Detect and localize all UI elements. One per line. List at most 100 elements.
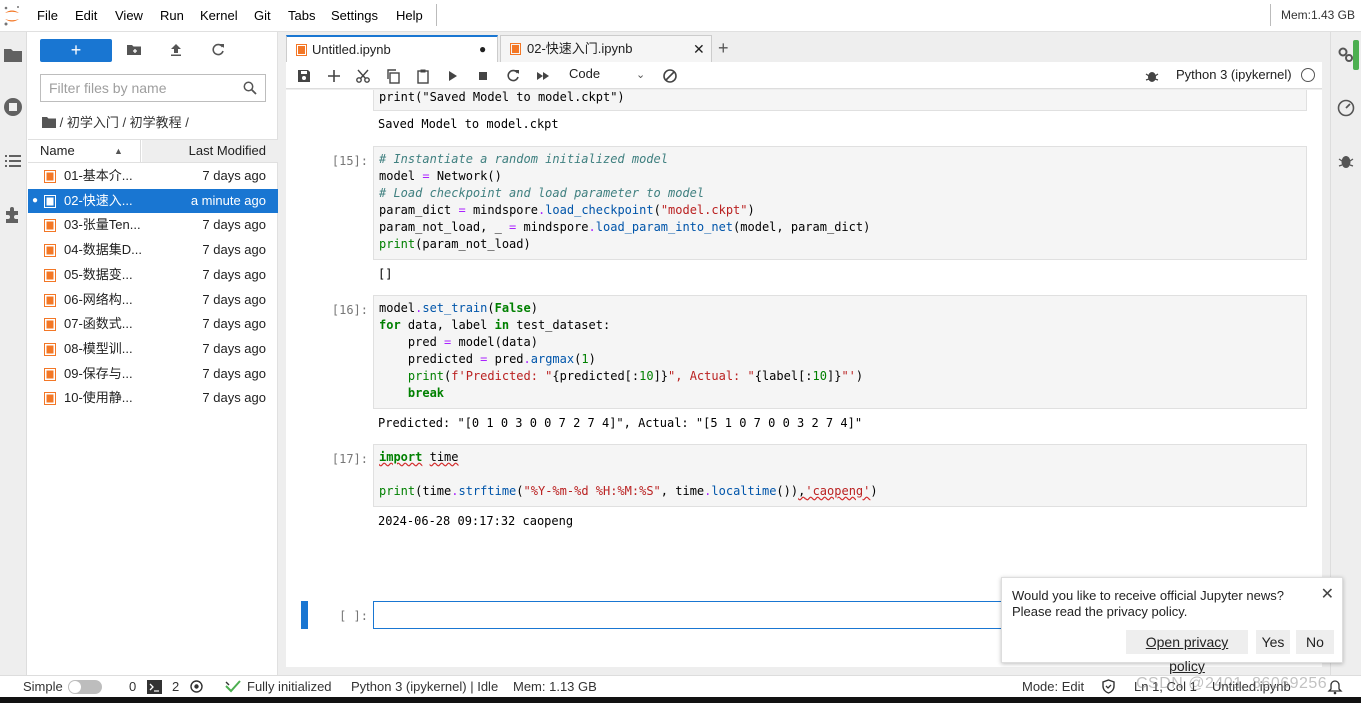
no-button[interactable]: No bbox=[1296, 630, 1334, 654]
file-modified: 7 days ago bbox=[202, 266, 266, 282]
notebook-toolbar: Code ⌄ Python 3 (ipykernel) bbox=[286, 62, 1322, 89]
cell-16-prompt: [16]: bbox=[331, 303, 368, 317]
extension-icon[interactable] bbox=[2, 203, 24, 225]
kernel-settings-icon[interactable] bbox=[189, 679, 204, 694]
menu-file[interactable]: File bbox=[37, 8, 58, 23]
running-dot-icon: ● bbox=[32, 194, 39, 206]
trusted-shield-icon[interactable] bbox=[1101, 679, 1116, 694]
new-launcher-button[interactable]: + bbox=[40, 39, 112, 62]
paste-icon[interactable] bbox=[415, 68, 431, 84]
unsaved-dot-icon[interactable]: ● bbox=[479, 36, 486, 62]
cell-type-select[interactable]: Code bbox=[569, 66, 600, 81]
lsp-status[interactable]: Fully initialized bbox=[247, 676, 332, 697]
lsp-status-icon[interactable] bbox=[225, 679, 241, 694]
terminal-icon[interactable] bbox=[147, 680, 162, 694]
cut-icon[interactable] bbox=[355, 68, 371, 84]
filter-input[interactable] bbox=[41, 75, 231, 101]
kernel-name[interactable]: Python 3 (ipykernel) bbox=[1176, 67, 1292, 82]
menu-view[interactable]: View bbox=[115, 8, 143, 23]
folder-icon[interactable] bbox=[42, 116, 56, 128]
menu-divider bbox=[436, 4, 437, 26]
search-icon bbox=[243, 81, 257, 95]
sort-ascending-icon: ▲ bbox=[114, 146, 123, 156]
file-modified: 7 days ago bbox=[202, 291, 266, 307]
upload-icon[interactable] bbox=[168, 42, 184, 58]
copy-icon[interactable] bbox=[385, 68, 401, 84]
file-row[interactable]: 05-数据变... 7 days ago bbox=[28, 263, 278, 287]
menu-tabs[interactable]: Tabs bbox=[288, 8, 315, 23]
chevron-down-icon[interactable]: ⌄ bbox=[636, 68, 645, 81]
tab-quickstart[interactable]: 02-快速入门.ipynb ✕ bbox=[500, 35, 712, 62]
file-name: 03-张量Ten... bbox=[64, 217, 141, 233]
add-tab-icon[interactable]: + bbox=[718, 38, 729, 59]
tab-label: 02-快速入门.ipynb bbox=[527, 41, 633, 56]
restart-icon[interactable] bbox=[505, 68, 521, 84]
column-name[interactable]: Name ▲ bbox=[28, 140, 141, 162]
scrollbar-thumb[interactable] bbox=[1353, 40, 1359, 70]
open-privacy-policy-button[interactable]: Open privacy policy bbox=[1126, 630, 1248, 674]
file-row[interactable]: 01-基本介... 7 days ago bbox=[28, 164, 278, 188]
folder-icon[interactable] bbox=[2, 44, 24, 66]
tab-label: Untitled.ipynb bbox=[312, 42, 391, 57]
memory-usage: Mem:1.43 GB bbox=[1280, 8, 1355, 22]
run-icon[interactable] bbox=[445, 68, 461, 84]
tab-untitled[interactable]: Untitled.ipynb ● bbox=[286, 35, 498, 62]
notification-subtext: Please read the privacy policy. bbox=[1012, 604, 1188, 619]
file-row[interactable]: 03-张量Ten... 7 days ago bbox=[28, 213, 278, 237]
file-filter bbox=[40, 74, 266, 102]
file-modified: 7 days ago bbox=[202, 217, 266, 233]
debugger-icon[interactable] bbox=[1144, 68, 1160, 84]
breadcrumb: / 初学入门 / 初学教程 / bbox=[42, 112, 189, 131]
file-modified: 7 days ago bbox=[202, 340, 266, 356]
file-row[interactable]: 04-数据集D... 7 days ago bbox=[28, 238, 278, 262]
left-sidebar bbox=[0, 32, 27, 675]
column-last-modified[interactable]: Last Modified bbox=[142, 140, 278, 162]
cell-15-output: [] bbox=[378, 267, 393, 281]
file-row[interactable]: 07-函数式... 7 days ago bbox=[28, 312, 278, 336]
menu-settings[interactable]: Settings bbox=[331, 8, 378, 23]
simple-mode-toggle[interactable] bbox=[68, 680, 102, 694]
running-icon[interactable] bbox=[2, 96, 24, 118]
menu-git[interactable]: Git bbox=[254, 8, 271, 23]
close-icon[interactable]: ✕ bbox=[1321, 584, 1334, 604]
menu-help[interactable]: Help bbox=[396, 8, 423, 23]
breadcrumb-path[interactable]: / 初学入门 / 初学教程 / bbox=[60, 115, 189, 130]
memory-divider bbox=[1270, 4, 1271, 26]
close-icon[interactable]: ✕ bbox=[693, 36, 705, 62]
code-cell-16[interactable]: model.set_train(False) for data, label i… bbox=[373, 295, 1307, 409]
notebook-icon bbox=[44, 219, 56, 233]
fast-forward-icon[interactable] bbox=[535, 68, 551, 84]
save-icon[interactable] bbox=[296, 68, 312, 84]
yes-button[interactable]: Yes bbox=[1256, 630, 1290, 654]
toc-icon[interactable] bbox=[2, 150, 24, 172]
gauge-icon[interactable] bbox=[1337, 99, 1355, 117]
new-folder-icon[interactable] bbox=[126, 42, 142, 58]
git-diff-icon[interactable] bbox=[662, 68, 678, 84]
file-row[interactable]: 08-模型训... 7 days ago bbox=[28, 337, 278, 361]
cell-15-prompt: [15]: bbox=[331, 154, 368, 168]
notification-bell-icon[interactable] bbox=[1327, 679, 1343, 695]
menu-run[interactable]: Run bbox=[160, 8, 184, 23]
code-cell-17[interactable]: import time print(time.strftime("%Y-%m-%… bbox=[373, 444, 1307, 507]
file-row[interactable]: 10-使用静... 7 days ago bbox=[28, 386, 278, 410]
stop-icon[interactable] bbox=[475, 68, 491, 84]
file-name: 01-基本介... bbox=[64, 168, 133, 183]
file-name: 10-使用静... bbox=[64, 390, 133, 406]
file-row[interactable]: 09-保存与... 7 days ago bbox=[28, 362, 278, 386]
menu-edit[interactable]: Edit bbox=[75, 8, 97, 23]
file-list-header: Name ▲ Last Modified bbox=[28, 139, 278, 163]
code-cell-14[interactable]: print("Saved Model to model.ckpt") bbox=[373, 90, 1307, 111]
cell-17-output: 2024-06-28 09:17:32 caopeng bbox=[378, 514, 574, 528]
empty-cell-prompt: [ ]: bbox=[339, 609, 368, 623]
panel-splitter[interactable] bbox=[278, 32, 286, 675]
code-line: print("Saved Model to model.ckpt") bbox=[379, 90, 625, 104]
debugger-icon[interactable] bbox=[1337, 152, 1355, 170]
code-cell-15[interactable]: # Instantiate a random initialized model… bbox=[373, 146, 1307, 260]
file-modified: a minute ago bbox=[190, 192, 266, 208]
refresh-icon[interactable] bbox=[210, 42, 226, 58]
kernel-status[interactable]: Python 3 (ipykernel) | Idle bbox=[351, 676, 498, 697]
add-cell-icon[interactable] bbox=[326, 68, 342, 84]
file-row[interactable]: 06-网络构... 7 days ago bbox=[28, 288, 278, 312]
menu-kernel[interactable]: Kernel bbox=[200, 8, 238, 23]
file-row[interactable]: ● 02-快速入... a minute ago bbox=[28, 188, 278, 213]
